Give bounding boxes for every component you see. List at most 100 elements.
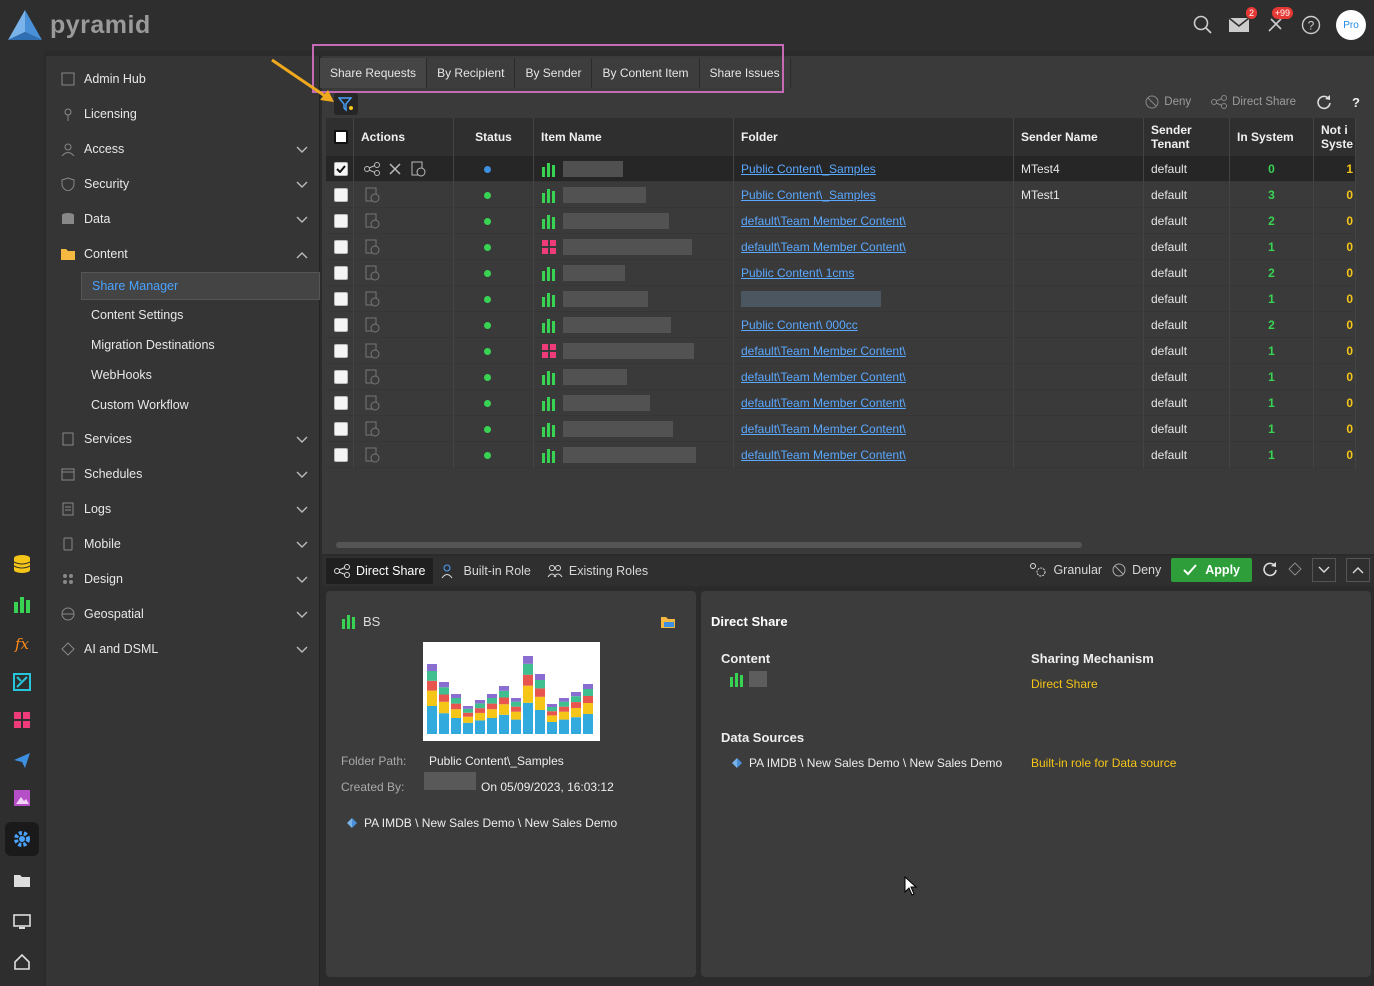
granular-toggle[interactable]: Granular	[1029, 562, 1102, 578]
row-checkbox[interactable]	[326, 234, 354, 260]
sidebar-item-content[interactable]: Content	[46, 239, 320, 269]
monitor-icon[interactable]	[8, 908, 36, 936]
chevron-down-icon[interactable]	[296, 178, 308, 192]
open-folder-icon[interactable]	[660, 615, 676, 632]
sidebar-item-access[interactable]: Access	[46, 134, 320, 164]
table-row[interactable]: default\Team Member Content\ default 1 0	[326, 338, 1356, 364]
folder-link[interactable]: default\Team Member Content\	[741, 344, 906, 358]
filter-button[interactable]	[334, 93, 358, 115]
deny-action[interactable]: Deny	[1145, 95, 1191, 109]
publish-icon[interactable]	[8, 746, 36, 774]
col-folder[interactable]: Folder	[734, 118, 1014, 156]
row-item-name[interactable]	[534, 208, 734, 234]
row-checkbox[interactable]	[326, 208, 354, 234]
sidebar-subitem-custom-workflow[interactable]: Custom Workflow	[81, 391, 320, 419]
mail-icon[interactable]: 2	[1228, 7, 1257, 36]
row-checkbox[interactable]	[326, 390, 354, 416]
collapse-down-button[interactable]	[1312, 558, 1336, 582]
app-logo[interactable]: pyramid	[6, 8, 151, 42]
details-icon[interactable]	[364, 317, 380, 333]
details-icon[interactable]	[364, 265, 380, 281]
table-row[interactable]: default\Team Member Content\ default 1 0	[326, 416, 1356, 442]
sidebar-item-services[interactable]: Services	[46, 424, 320, 454]
col-sender-name[interactable]: Sender Name	[1014, 118, 1144, 156]
row-item-name[interactable]	[534, 364, 734, 390]
row-checkbox[interactable]	[326, 156, 354, 182]
chevron-down-icon[interactable]	[296, 213, 308, 227]
sidebar-item-geospatial[interactable]: Geospatial	[46, 599, 320, 629]
deny-toggle[interactable]: Deny	[1112, 563, 1161, 577]
select-all-checkbox[interactable]	[326, 118, 354, 156]
table-row[interactable]: default 1 0	[326, 286, 1356, 312]
folder-icon[interactable]	[8, 866, 36, 894]
folder-link[interactable]: default\Team Member Content\	[741, 370, 906, 384]
chevron-down-icon[interactable]	[296, 468, 308, 482]
share-icon[interactable]	[364, 162, 380, 176]
folder-link[interactable]: default\Team Member Content\	[741, 240, 906, 254]
folder-link[interactable]: default\Team Member Content\	[741, 214, 906, 228]
row-item-name[interactable]	[534, 156, 734, 182]
chevron-down-icon[interactable]	[296, 143, 308, 157]
details-icon[interactable]	[364, 343, 380, 359]
table-row[interactable]: default\Team Member Content\ default 1 0	[326, 234, 1356, 260]
row-item-name[interactable]	[534, 260, 734, 286]
folder-link[interactable]: Public Content\_Samples	[741, 162, 876, 176]
chevron-up-icon[interactable]	[296, 248, 308, 262]
formulate-icon[interactable]: fx	[8, 630, 36, 658]
sidebar-item-security[interactable]: Security	[46, 169, 320, 199]
row-checkbox[interactable]	[326, 286, 354, 312]
sidebar-subitem-migration-destinations[interactable]: Migration Destinations	[81, 331, 320, 359]
search-icon[interactable]	[1192, 14, 1214, 36]
row-item-name[interactable]	[534, 416, 734, 442]
sidebar-item-logs[interactable]: Logs	[46, 494, 320, 524]
details-icon[interactable]	[364, 447, 380, 463]
table-row[interactable]: default\Team Member Content\ default 1 0	[326, 442, 1356, 468]
details-icon[interactable]	[410, 161, 426, 177]
col-item-name[interactable]: Item Name	[534, 118, 734, 156]
sidebar-subitem-content-settings[interactable]: Content Settings	[81, 301, 320, 329]
table-row[interactable]: Public Content\ 1cms default 2 0	[326, 260, 1356, 286]
sidebar-item-data[interactable]: Data	[46, 204, 320, 234]
model-icon[interactable]	[8, 668, 36, 696]
table-row[interactable]: default\Team Member Content\ default 1 0	[326, 390, 1356, 416]
clear-icon[interactable]	[1288, 561, 1302, 579]
table-row[interactable]: Public Content\_Samples MTest4 default 0 1	[326, 156, 1356, 182]
discover-icon[interactable]	[8, 590, 36, 618]
expand-up-button[interactable]	[1346, 558, 1370, 582]
row-item-name[interactable]	[534, 234, 734, 260]
direct-share-action[interactable]: Direct Share	[1211, 95, 1296, 109]
table-row[interactable]: Public Content\_Samples MTest1 default 3 0	[326, 182, 1356, 208]
row-item-name[interactable]	[534, 442, 734, 468]
sidebar-item-ai-dsml[interactable]: AI and DSML	[46, 634, 320, 664]
table-row[interactable]: default\Team Member Content\ default 2 0	[326, 208, 1356, 234]
sidebar-item-mobile[interactable]: Mobile	[46, 529, 320, 559]
row-checkbox[interactable]	[326, 416, 354, 442]
row-checkbox[interactable]	[326, 312, 354, 338]
row-checkbox[interactable]	[326, 182, 354, 208]
chevron-down-icon[interactable]	[296, 538, 308, 552]
row-item-name[interactable]	[534, 312, 734, 338]
help-icon[interactable]: ?	[1300, 14, 1322, 36]
folder-link[interactable]: Public Content\ 1cms	[741, 266, 854, 280]
row-item-name[interactable]	[534, 390, 734, 416]
row-item-name[interactable]	[534, 182, 734, 208]
table-row[interactable]: default\Team Member Content\ default 1 0	[326, 364, 1356, 390]
details-icon[interactable]	[364, 239, 380, 255]
refresh-icon[interactable]	[1262, 561, 1278, 580]
chevron-down-icon[interactable]	[296, 608, 308, 622]
folder-link[interactable]: default\Team Member Content\	[741, 396, 906, 410]
home-icon[interactable]	[8, 948, 36, 976]
col-status[interactable]: Status	[454, 118, 534, 156]
sidebar-item-design[interactable]: Design	[46, 564, 320, 594]
col-sender-tenant[interactable]: Sender Tenant	[1144, 118, 1230, 156]
table-row[interactable]: Public Content\ 000cc default 2 0	[326, 312, 1356, 338]
details-icon[interactable]	[364, 421, 380, 437]
details-icon[interactable]	[364, 291, 380, 307]
sidebar-subitem-share-manager[interactable]: Share Manager	[81, 272, 320, 300]
col-in-system[interactable]: In System	[1230, 118, 1314, 156]
row-checkbox[interactable]	[326, 338, 354, 364]
alerts-icon[interactable]: +99	[1264, 7, 1293, 36]
sidebar-subitem-webhooks[interactable]: WebHooks	[81, 361, 320, 389]
folder-link[interactable]: Public Content\_Samples	[741, 188, 876, 202]
details-icon[interactable]	[364, 369, 380, 385]
